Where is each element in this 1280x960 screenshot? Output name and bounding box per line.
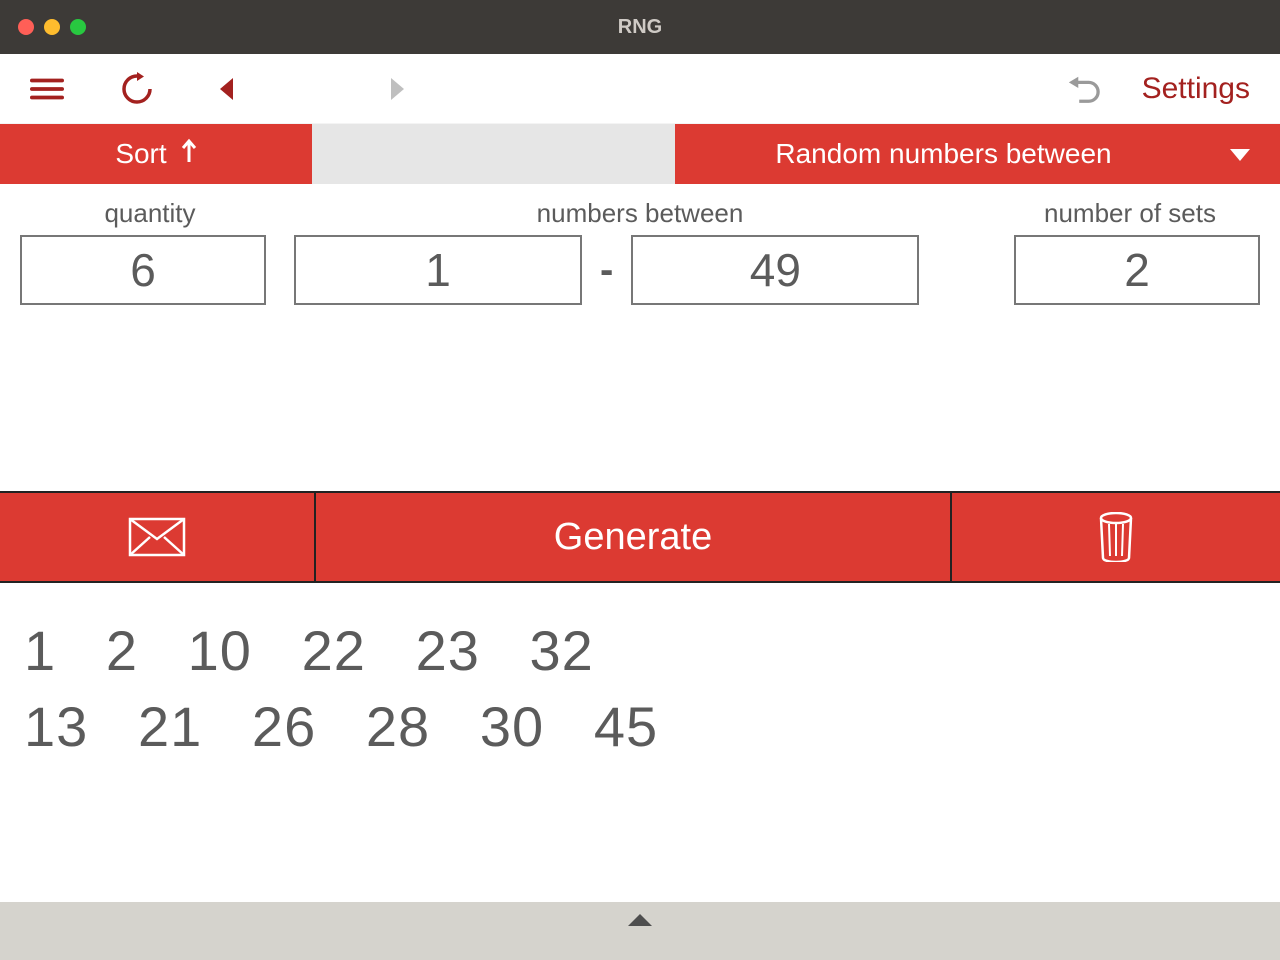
- input-row: 6 1 - 49 2: [0, 235, 1280, 325]
- menu-icon[interactable]: [30, 72, 64, 106]
- undo-icon[interactable]: [1066, 72, 1100, 106]
- result-row: 1 2 10 22 23 32: [24, 613, 1256, 689]
- range-dash: -: [600, 248, 613, 293]
- result-row: 13 21 26 28 30 45: [24, 689, 1256, 765]
- window-title: RNG: [0, 16, 1280, 39]
- mode-spacer: [312, 124, 675, 184]
- bottom-drawer-handle[interactable]: [0, 902, 1280, 960]
- sets-label: number of sets: [1000, 198, 1260, 229]
- settings-link[interactable]: Settings: [1142, 72, 1250, 106]
- generate-button[interactable]: Generate: [316, 493, 952, 581]
- quantity-label: quantity: [20, 198, 280, 229]
- refresh-icon[interactable]: [120, 72, 154, 106]
- between-label: numbers between: [280, 198, 1000, 229]
- window-titlebar: RNG: [0, 0, 1280, 54]
- mode-select[interactable]: Random numbers between: [675, 124, 1280, 184]
- clear-button[interactable]: [952, 493, 1280, 581]
- share-mail-button[interactable]: [0, 493, 316, 581]
- sets-field[interactable]: 2: [1014, 235, 1260, 305]
- next-icon[interactable]: [380, 72, 414, 106]
- results-area: 1 2 10 22 23 32 13 21 26 28 30 45: [0, 583, 1280, 794]
- chevron-up-icon: [626, 912, 654, 928]
- field-labels: quantity numbers between number of sets: [0, 184, 1280, 235]
- sort-toggle[interactable]: Sort: [0, 124, 312, 184]
- app-toolbar: Settings: [0, 54, 1280, 124]
- mode-bar: Sort Random numbers between: [0, 124, 1280, 184]
- sort-asc-icon: [181, 138, 197, 171]
- prev-icon[interactable]: [210, 72, 244, 106]
- sort-label: Sort: [115, 138, 166, 170]
- min-field[interactable]: 1: [294, 235, 582, 305]
- mode-label: Random numbers between: [775, 138, 1111, 170]
- quantity-field[interactable]: 6: [20, 235, 266, 305]
- max-field[interactable]: 49: [631, 235, 919, 305]
- chevron-down-icon: [1230, 138, 1250, 170]
- action-bar: Generate: [0, 491, 1280, 583]
